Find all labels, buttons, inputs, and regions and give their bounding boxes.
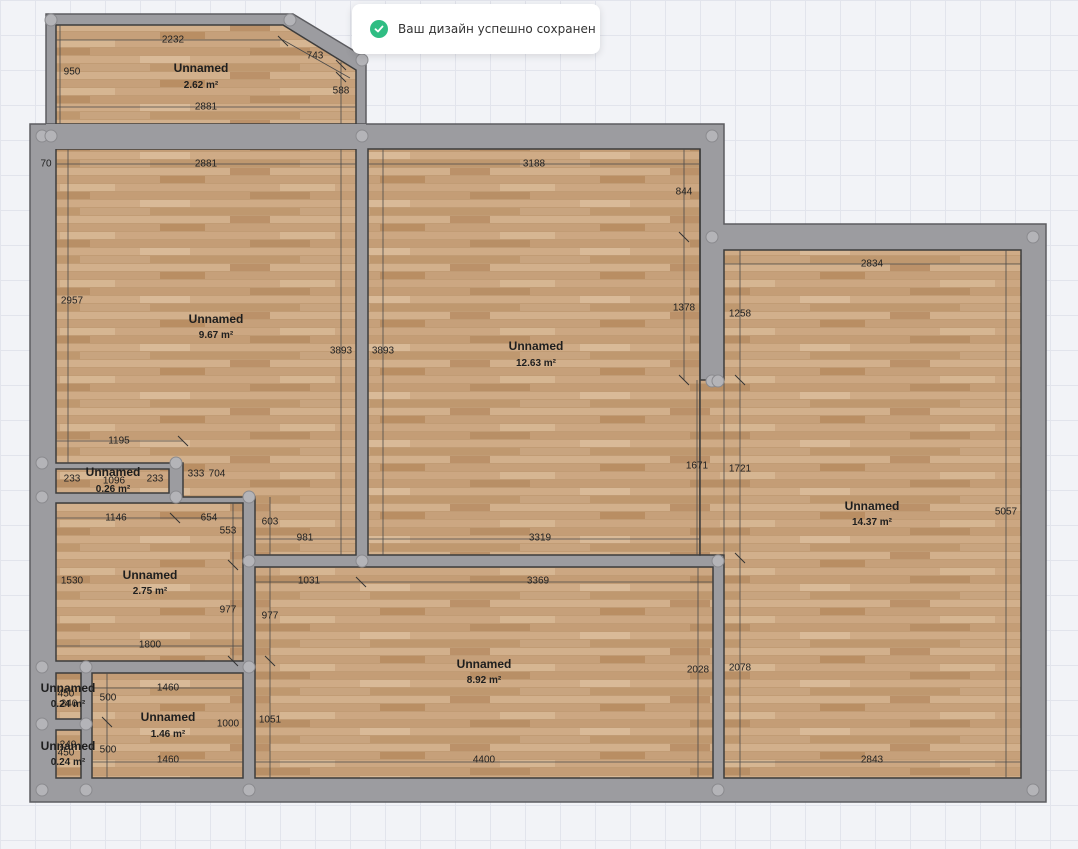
wall-node[interactable] xyxy=(169,490,183,504)
room-name: Unnamed xyxy=(86,465,141,479)
dimension-label: 3893 xyxy=(330,346,353,357)
wall-node[interactable] xyxy=(355,53,369,67)
dimension-label: 844 xyxy=(676,187,693,198)
room-name: Unnamed xyxy=(457,657,512,671)
wall-node[interactable] xyxy=(79,783,93,797)
dimension-label: 500 xyxy=(100,745,117,756)
wall-node[interactable] xyxy=(711,374,725,388)
dimension-label: 3893 xyxy=(372,346,395,357)
dimension-label: 2957 xyxy=(61,296,84,307)
dimension-label: 1671 xyxy=(686,461,709,472)
wall-node[interactable] xyxy=(79,660,93,674)
room-area: 14.37 m² xyxy=(852,517,893,528)
dimension-label: 1378 xyxy=(673,303,696,314)
dimension-label: 553 xyxy=(220,526,237,537)
dimension-label: 603 xyxy=(262,517,279,528)
dimension-label: 3369 xyxy=(527,576,550,587)
wall-node[interactable] xyxy=(705,230,719,244)
wall-node[interactable] xyxy=(1026,230,1040,244)
room-name: Unnamed xyxy=(41,739,96,753)
dimension-label: 233 xyxy=(147,474,164,485)
room-floor[interactable] xyxy=(55,502,244,662)
wall-node[interactable] xyxy=(35,660,49,674)
toast-message: Ваш дизайн успешно сохранен xyxy=(398,22,596,36)
wall-node[interactable] xyxy=(169,456,183,470)
dimension-label: 2078 xyxy=(729,663,752,674)
room-area: 9.67 m² xyxy=(199,330,234,341)
wall-node[interactable] xyxy=(35,717,49,731)
dimension-label: 2881 xyxy=(195,102,218,113)
wall-node[interactable] xyxy=(355,129,369,143)
dimension-label: 5057 xyxy=(995,507,1018,518)
dimension-label: 1051 xyxy=(259,715,282,726)
wall-node[interactable] xyxy=(1026,783,1040,797)
wall-node[interactable] xyxy=(705,129,719,143)
dimension-label: 1000 xyxy=(217,719,240,730)
dimension-label: 2232 xyxy=(162,35,185,46)
wall-node[interactable] xyxy=(242,490,256,504)
room-name: Unnamed xyxy=(174,61,229,75)
dimension-label: 500 xyxy=(100,693,117,704)
dimension-label: 950 xyxy=(64,67,81,78)
dimension-label: 977 xyxy=(220,605,237,616)
wall-node[interactable] xyxy=(35,490,49,504)
dimension-label: 1195 xyxy=(108,436,130,447)
dimension-label: 1031 xyxy=(298,576,321,587)
save-success-toast: Ваш дизайн успешно сохранен xyxy=(352,4,600,54)
wall-node[interactable] xyxy=(711,554,725,568)
dimension-label: 333 xyxy=(188,469,205,480)
dimension-label: 704 xyxy=(209,469,226,480)
room-area: 0.26 m² xyxy=(96,484,131,495)
dimension-label: 1721 xyxy=(729,464,752,475)
dimension-label: 4400 xyxy=(473,755,496,766)
wall-node[interactable] xyxy=(711,783,725,797)
room-area: 1.46 m² xyxy=(151,729,186,740)
dimension-label: 1460 xyxy=(157,683,180,694)
dimension-label: 2834 xyxy=(861,259,884,270)
dimension-label: 3319 xyxy=(529,533,552,544)
room-name: Unnamed xyxy=(123,568,178,582)
room-area: 2.62 m² xyxy=(184,80,219,91)
dimension-label: 70 xyxy=(40,159,52,170)
room-area: 0.24 m² xyxy=(51,699,86,710)
wall-node[interactable] xyxy=(242,660,256,674)
wall-node[interactable] xyxy=(242,783,256,797)
dimension-label: 588 xyxy=(333,86,350,97)
dimension-label: 977 xyxy=(262,611,279,622)
dimension-label: 2881 xyxy=(195,159,218,170)
dimension-label: 1146 xyxy=(105,513,127,524)
dimension-label: 743 xyxy=(307,51,324,62)
room-area: 2.75 m² xyxy=(133,586,168,597)
check-circle-icon xyxy=(370,20,388,38)
room-name: Unnamed xyxy=(41,681,96,695)
dimension-label: 981 xyxy=(297,533,314,544)
dimension-label: 2028 xyxy=(687,665,710,676)
wall-node[interactable] xyxy=(35,456,49,470)
room-area: 12.63 m² xyxy=(516,358,557,369)
dimension-label: 1258 xyxy=(729,309,752,320)
wall-node[interactable] xyxy=(44,13,58,27)
room-name: Unnamed xyxy=(189,312,244,326)
wall-node[interactable] xyxy=(283,13,297,27)
dimension-label: 1800 xyxy=(139,640,162,651)
wall-node[interactable] xyxy=(79,717,93,731)
room-name: Unnamed xyxy=(509,339,564,353)
dimension-label: 1460 xyxy=(157,755,180,766)
wall-node[interactable] xyxy=(242,554,256,568)
room-area: 8.92 m² xyxy=(467,675,502,686)
dimension-label: 233 xyxy=(64,474,81,485)
floor-plan-canvas[interactable]: 2232 743 950 588 2881 70 2881 3188 844 2… xyxy=(0,0,1078,849)
wall-node[interactable] xyxy=(35,783,49,797)
dimension-label: 3188 xyxy=(523,159,546,170)
room-floor[interactable] xyxy=(254,566,714,779)
wall-node[interactable] xyxy=(355,554,369,568)
wall-node[interactable] xyxy=(44,129,58,143)
room-area: 0.24 m² xyxy=(51,757,86,768)
dimension-label: 1530 xyxy=(61,576,84,587)
room-name: Unnamed xyxy=(141,710,196,724)
room-name: Unnamed xyxy=(845,499,900,513)
dimension-label: 654 xyxy=(201,513,218,524)
dimension-label: 2843 xyxy=(861,755,884,766)
